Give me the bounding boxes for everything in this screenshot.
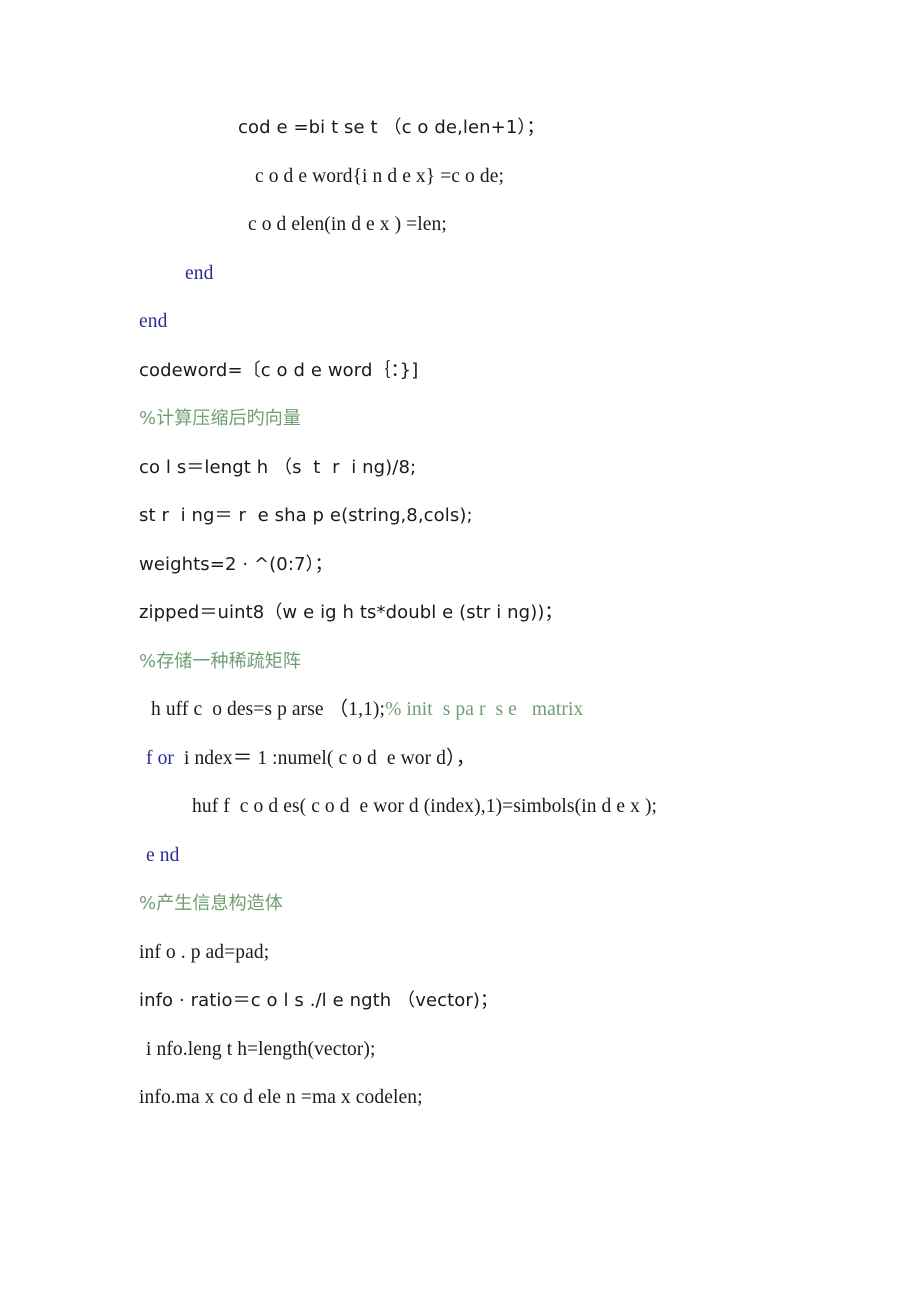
- code-line: zipped＝uint8（w e ig h ts*doubl e (str i …: [139, 602, 563, 623]
- code-line: info.ma x co d ele n =ma x codelen;: [139, 1087, 423, 1108]
- code-line: st r i ng＝ r e sha p e(string,8,cols);: [139, 505, 473, 526]
- code-segment-keyword: f or: [146, 747, 175, 769]
- code-line: c o d elen(in d e x ) =len;: [248, 214, 447, 235]
- code-line: end: [139, 311, 168, 332]
- code-listing: cod e =bi t se t （c o de,len+1）； c o d e …: [0, 104, 920, 1123]
- code-segment-plain: h uff c o des=s p arse （1,1);: [151, 699, 386, 720]
- code-line: %产生信息构造体: [139, 893, 283, 914]
- code-line: cod e =bi t se t （c o de,len+1）；: [238, 117, 545, 138]
- code-segment-comment: % init s pa r s e matrix: [385, 699, 584, 720]
- code-line: weights=2 · ^(0:7）；: [139, 553, 333, 575]
- code-line: e nd: [146, 844, 180, 866]
- code-line: %存储一种稀疏矩阵: [139, 650, 302, 672]
- code-line: h uff c o des=s p arse （1,1);% init s pa…: [0, 686, 920, 735]
- code-line: info · ratio＝c o l s ./l e ngth （vector)…: [139, 990, 499, 1011]
- code-segment-plain: i ndex＝ 1 :numel( c o d e wor d），: [174, 747, 476, 769]
- code-line: codeword=〔c o d e word｛：}]: [139, 359, 419, 381]
- code-line: c o d e word{i n d e x} =c o de;: [255, 165, 504, 187]
- document-page: cod e =bi t se t （c o de,len+1）； c o d e …: [0, 0, 920, 1302]
- code-line: huf f c o d es( c o d e wor d (index),1)…: [192, 796, 658, 817]
- code-line: %计算压缩后旳向量: [139, 408, 302, 429]
- code-line: end: [185, 262, 214, 284]
- code-line: inf o . p ad=pad;: [139, 941, 270, 963]
- code-line: f or i ndex＝ 1 :numel( c o d e wor d），: [0, 735, 920, 784]
- code-line: co l s＝lengt h （s t r i ng)/8;: [139, 456, 417, 478]
- code-line: i nfo.leng t h=length(vector);: [146, 1038, 376, 1060]
